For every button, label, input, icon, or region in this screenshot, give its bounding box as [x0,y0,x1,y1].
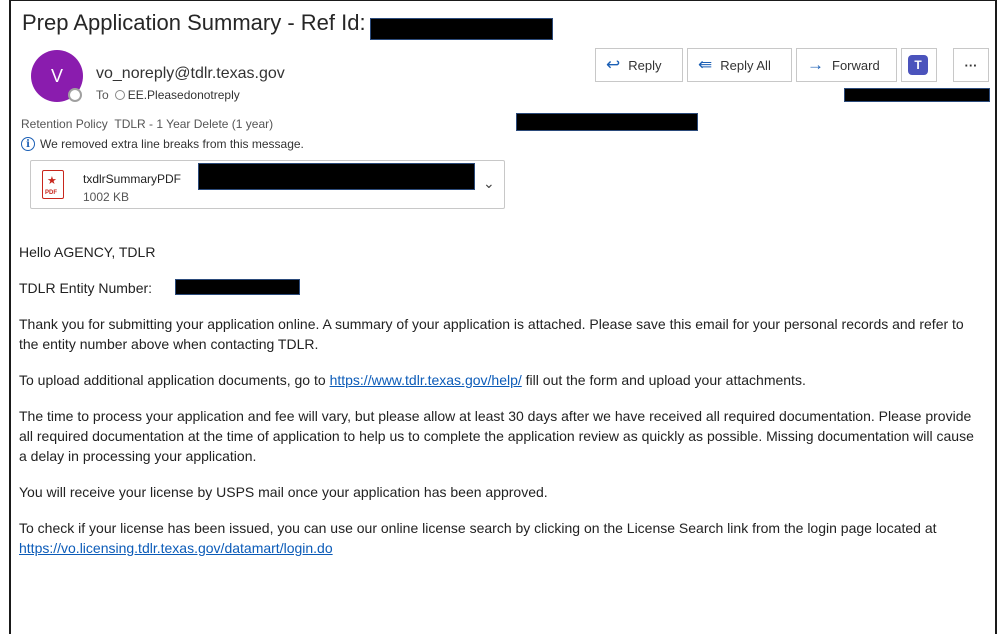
entity-number-line: TDLR Entity Number: [19,278,979,298]
paragraph-4: You will receive your license by USPS ma… [19,484,548,500]
pdf-file-icon: ★ PDF [42,170,64,199]
forward-icon: → [807,55,824,74]
to-recipient[interactable]: EE.Pleasedonotreply [128,88,240,102]
teams-icon: T [908,55,928,75]
paragraph-1: Thank you for submitting your applicatio… [19,316,964,352]
forward-label: Forward [832,57,880,73]
attachment-size: 1002 KB [83,190,130,204]
chevron-down-icon[interactable]: ⌄ [483,175,495,192]
email-subject: Prep Application Summary - Ref Id: [22,10,366,35]
recipients-line: To EE.Pleasedonotreply [96,88,240,102]
login-link[interactable]: https://vo.licensing.tdlr.texas.gov/data… [19,540,333,556]
redacted-timestamp [844,88,990,102]
pdf-type-tag: PDF [45,190,57,196]
info-notice-text: We removed extra line breaks from this m… [40,137,304,151]
email-body: Hello AGENCY, TDLR TDLR Entity Number: T… [19,242,979,574]
greeting: Hello AGENCY, TDLR [19,244,156,260]
reply-button[interactable]: ↩ Reply [595,48,683,82]
attachment-name: txdlrSummaryPDF [83,172,182,186]
paragraph-5: To check if your license has been issued… [19,518,979,558]
help-link[interactable]: https://www.tdlr.texas.gov/help/ [330,372,522,388]
reply-icon: ↩ [606,55,621,74]
sender-address[interactable]: vo_noreply@tdlr.texas.gov [96,65,285,83]
reply-all-icon: ⇚ [698,55,713,74]
retention-value: TDLR - 1 Year Delete (1 year) [114,117,274,131]
presence-status-icon [68,88,82,102]
redacted-field [516,113,698,131]
redacted-attachment-name [198,163,475,190]
paragraph-2: To upload additional application documen… [19,370,979,390]
entity-label: TDLR Entity Number: [19,280,153,296]
info-icon: i [21,137,35,151]
paragraph-2-text-end: fill out the form and upload your attach… [521,372,806,388]
paragraph-5-text: To check if your license has been issued… [19,520,937,536]
retention-label: Retention Policy [21,117,108,131]
reply-all-button[interactable]: ⇚ Reply All [687,48,792,82]
reply-all-label: Reply All [720,57,771,73]
to-label: To [96,88,109,102]
reply-label: Reply [628,57,662,73]
info-notice: i We removed extra line breaks from this… [21,137,304,151]
redacted-entity-number [175,279,300,295]
recipient-presence-icon [114,90,125,100]
forward-button[interactable]: → Forward [796,48,897,82]
avatar-initial: V [50,65,63,86]
paragraph-3: The time to process your application and… [19,408,974,464]
retention-policy: Retention Policy TDLR - 1 Year Delete (1… [21,117,273,131]
more-icon: ··· [964,57,978,73]
more-actions-button[interactable]: ··· [953,48,989,82]
redacted-ref-id [370,18,553,40]
paragraph-2-text: To upload additional application documen… [19,372,330,388]
